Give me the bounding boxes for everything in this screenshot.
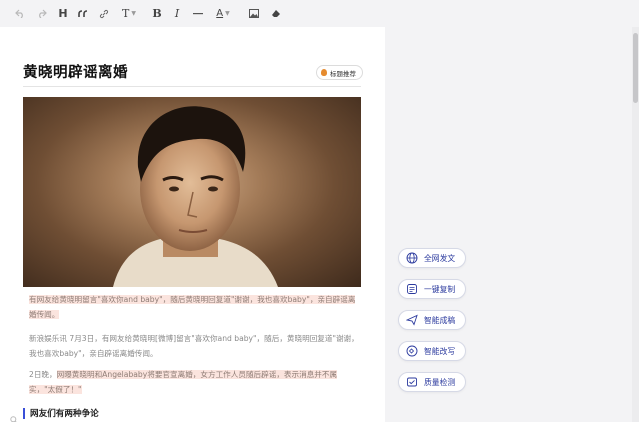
article-title[interactable]: 黄晓明辟谣离婚 bbox=[23, 61, 128, 82]
undo-icon[interactable] bbox=[12, 4, 28, 24]
image-icon[interactable] bbox=[246, 4, 262, 24]
one-click-copy-label: 一键复制 bbox=[424, 284, 456, 294]
publish-all-button[interactable]: 全网发文 bbox=[398, 248, 466, 268]
title-recommend-label: 标题推荐 bbox=[330, 69, 356, 78]
italic-button[interactable]: I bbox=[170, 4, 184, 24]
highlighted-text: 有网友给黄晓明留言"喜欢你and baby"，随后黄晓明回复道"谢谢，我也喜欢b… bbox=[29, 295, 356, 319]
portrait-illustration bbox=[113, 106, 278, 287]
editor-canvas[interactable]: 黄晓明辟谣离婚 标题推荐 有网友给黄晓明留言"喜欢你and baby"，随后黄晓… bbox=[0, 27, 385, 422]
paragraph-body-1[interactable]: 新浪娱乐讯 7月3日，有网友给黄晓明[微博]留言"喜欢你and baby"，随后… bbox=[29, 331, 359, 361]
quote-icon[interactable] bbox=[76, 4, 90, 24]
link-icon[interactable] bbox=[96, 4, 112, 24]
copy-icon bbox=[405, 283, 418, 296]
chevron-down-icon: ▼ bbox=[225, 10, 230, 17]
paragraph-text: 2日晚， bbox=[29, 370, 57, 379]
rewrite-icon bbox=[405, 345, 418, 358]
lightbulb-icon bbox=[321, 69, 327, 76]
quality-check-button[interactable]: 质量检测 bbox=[398, 372, 466, 392]
font-color-button[interactable]: A ▼ bbox=[212, 4, 234, 24]
horizontal-rule-icon[interactable] bbox=[190, 4, 206, 24]
one-click-copy-button[interactable]: 一键复制 bbox=[398, 279, 466, 299]
title-recommend-button[interactable]: 标题推荐 bbox=[316, 65, 363, 80]
heading-button[interactable]: H bbox=[56, 4, 70, 24]
eraser-icon[interactable] bbox=[268, 4, 284, 24]
subheading-accent-bar bbox=[23, 407, 25, 419]
section-subheading[interactable]: 网友们有两种争论 bbox=[23, 407, 99, 419]
text-style-label: T bbox=[122, 7, 130, 20]
search-icon[interactable] bbox=[10, 409, 18, 422]
globe-icon bbox=[405, 252, 418, 265]
smart-rewrite-label: 智能改写 bbox=[424, 346, 456, 356]
paragraph-summary[interactable]: 有网友给黄晓明留言"喜欢你and baby"，随后黄晓明回复道"谢谢，我也喜欢b… bbox=[29, 292, 359, 322]
text-style-button[interactable]: T ▼ bbox=[118, 4, 140, 24]
quality-check-label: 质量检测 bbox=[424, 377, 456, 387]
smart-draft-label: 智能成稿 bbox=[424, 315, 456, 325]
editor-toolbar: H T ▼ B I A ▼ bbox=[0, 0, 639, 27]
bold-button[interactable]: B bbox=[150, 4, 164, 24]
title-divider bbox=[23, 86, 361, 87]
subheading-text: 网友们有两种争论 bbox=[30, 409, 99, 419]
scrollbar-thumb[interactable] bbox=[633, 33, 638, 103]
smart-rewrite-button[interactable]: 智能改写 bbox=[398, 341, 466, 361]
check-icon bbox=[405, 376, 418, 389]
smart-draft-button[interactable]: 智能成稿 bbox=[398, 310, 466, 330]
highlighted-text: 网曝黄晓明和Angelababy将要官宣离婚，女方工作人员随后辟谣，表示消息并不… bbox=[29, 370, 338, 394]
font-color-label: A bbox=[216, 8, 224, 19]
redo-icon[interactable] bbox=[34, 4, 50, 24]
chevron-down-icon: ▼ bbox=[131, 10, 136, 17]
send-icon bbox=[405, 314, 418, 327]
article-photo[interactable] bbox=[23, 97, 361, 287]
publish-all-label: 全网发文 bbox=[424, 253, 456, 263]
paragraph-body-2[interactable]: 2日晚，网曝黄晓明和Angelababy将要官宣离婚，女方工作人员随后辟谣，表示… bbox=[29, 367, 359, 397]
